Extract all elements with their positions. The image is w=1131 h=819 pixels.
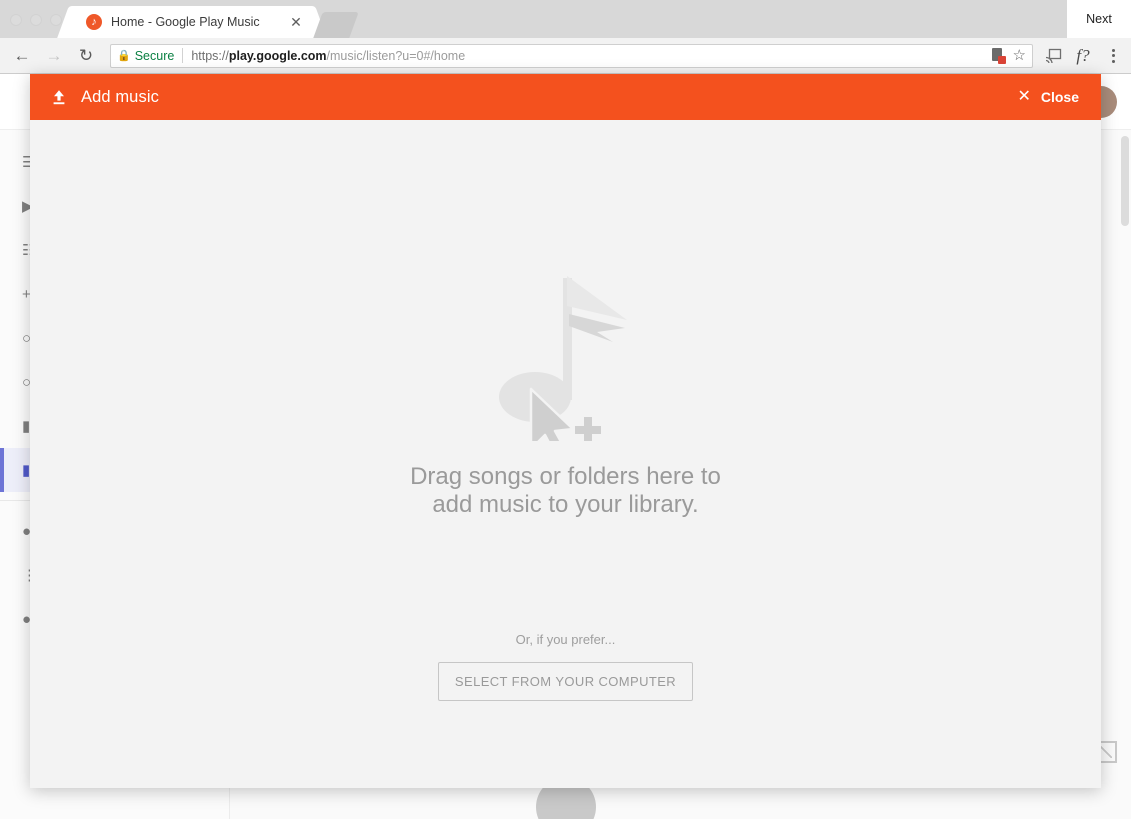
google-play-music-favicon: ♪ [86,14,102,30]
chrome-menu-icon[interactable] [1099,41,1127,71]
url-scheme: https:// [191,48,229,63]
window-controls [10,14,62,26]
select-from-computer-button[interactable]: SELECT FROM YOUR COMPUTER [437,662,694,701]
next-button[interactable]: Next [1067,0,1131,38]
alt-prompt-text: Or, if you prefer... [515,632,616,647]
dropzone-message-line2: add music to your library. [432,491,699,518]
url-path: /music/listen?u=0#/home [326,48,466,63]
bookmark-star-icon[interactable]: ☆ [1013,48,1026,63]
close-modal-label: Close [1040,89,1079,105]
music-note-cursor-add-illustration [481,266,651,456]
maximize-window-button[interactable] [50,14,62,26]
dropzone-area[interactable]: Drag songs or folders here to add music … [30,120,1101,788]
upload-icon [50,88,68,106]
new-tab-button[interactable] [313,12,359,38]
tab-title: Home - Google Play Music [111,15,260,29]
browser-tab-active[interactable]: ♪ Home - Google Play Music ✕ [72,6,312,38]
close-icon: ✕ [1017,88,1031,105]
minimize-window-button[interactable] [30,14,42,26]
security-label: Secure [134,48,175,63]
toolbar-actions: f? [1039,41,1131,71]
url-text: https://play.google.com/music/listen?u=0… [191,49,465,63]
add-music-modal: Add music ✕ Close Drag songs or folders … [30,74,1101,788]
omnibox-divider [182,48,184,63]
lock-icon: 🔒 [117,50,131,62]
tab-strip: ♪ Home - Google Play Music ✕ Next [0,0,1131,38]
page-scrollbar[interactable] [1121,136,1129,226]
url-domain: play.google.com [228,48,327,63]
close-window-button[interactable] [10,14,22,26]
back-icon[interactable]: ← [6,40,38,72]
close-modal-button[interactable]: ✕ Close [1017,88,1079,106]
forward-icon[interactable]: → [38,40,70,72]
extension-fq-icon[interactable]: f? [1069,41,1097,71]
address-bar[interactable]: 🔒 Secure https://play.google.com/music/l… [110,43,1033,68]
modal-header: Add music ✕ Close [30,74,1101,120]
modal-title: Add music [81,87,159,106]
cookie-blocked-icon[interactable] [990,48,1006,64]
omnibox-actions: ☆ [982,48,1026,64]
dropzone-message-line1: Drag songs or folders here to [410,463,721,490]
browser-toolbar: ← → ↻ 🔒 Secure https://play.google.com/m… [0,38,1131,74]
reload-icon[interactable]: ↻ [70,40,102,72]
browser-window: ♪ Home - Google Play Music ✕ Next ← → ↻ … [0,0,1131,819]
dropzone-message: Drag songs or folders here to add music … [410,463,721,519]
cast-icon[interactable] [1039,41,1067,71]
close-icon[interactable]: ✕ [288,14,304,30]
